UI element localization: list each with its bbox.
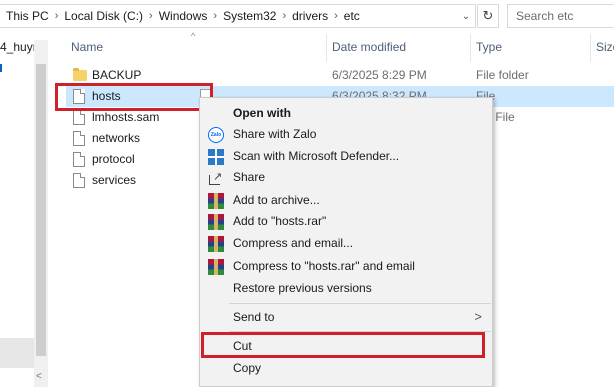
search-input[interactable]: Search etc	[507, 4, 614, 28]
file-icon	[73, 173, 85, 188]
defender-icon	[208, 149, 224, 165]
submenu-arrow-icon: >	[474, 309, 482, 324]
column-header-type-label: Type	[476, 40, 503, 54]
menu-item-share[interactable]: ↗ Share	[200, 167, 492, 188]
file-type: File folder	[476, 68, 529, 82]
menu-item-send-to[interactable]: Send to >	[200, 307, 492, 328]
menu-item-compress-to-hosts-rar-email[interactable]: Compress to "hosts.rar" and email	[200, 256, 492, 277]
menu-item-label: Cut	[233, 339, 252, 353]
file-name: protocol	[92, 152, 135, 166]
menu-item-label: Scan with Microsoft Defender...	[233, 149, 400, 163]
menu-item-label: Add to archive...	[233, 193, 320, 207]
menu-item-compress-and-email[interactable]: Compress and email...	[200, 233, 492, 254]
address-row: This PC › Local Disk (C:) › Windows › Sy…	[0, 0, 614, 32]
nav-scroll-left-icon[interactable]: <	[36, 371, 42, 382]
search-placeholder: Search etc	[516, 9, 574, 23]
refresh-icon: ↻	[482, 8, 494, 23]
file-date: 6/3/2025 8:29 PM	[332, 68, 427, 82]
sort-ascending-icon: ^	[191, 31, 196, 41]
breadcrumb-drivers[interactable]: drivers	[288, 9, 332, 23]
winrar-icon	[208, 236, 224, 252]
zalo-icon-badge: Zalo	[208, 127, 224, 143]
breadcrumb-separator-icon[interactable]: ›	[280, 10, 288, 22]
menu-item-cut[interactable]: Cut	[200, 336, 492, 357]
file-row[interactable]: BACKUP 6/3/2025 8:29 PM File folder	[66, 65, 614, 86]
file-icon	[73, 152, 85, 167]
breadcrumb-separator-icon[interactable]: ›	[332, 10, 340, 22]
share-icon: ↗	[208, 170, 224, 186]
column-header-name[interactable]: Name	[71, 32, 103, 62]
file-icon	[73, 89, 85, 104]
column-header-date[interactable]: Date modified	[332, 32, 406, 62]
column-header-type[interactable]: Type	[476, 32, 502, 62]
menu-item-label: Share with Zalo	[233, 127, 317, 141]
breadcrumb-separator-icon[interactable]: ›	[53, 10, 61, 22]
zalo-icon: Zalo	[208, 127, 224, 143]
menu-item-label: Compress to "hosts.rar" and email	[233, 259, 415, 273]
file-name: networks	[92, 131, 141, 145]
navigation-pane: 4_huyr <	[0, 32, 48, 387]
breadcrumb-etc[interactable]: etc	[340, 9, 364, 23]
menu-item-label: Restore previous versions	[233, 281, 372, 295]
refresh-button[interactable]: ↻	[477, 4, 499, 28]
breadcrumb-this-pc[interactable]: This PC	[0, 9, 53, 23]
folder-icon	[73, 68, 87, 83]
file-name: hosts	[92, 89, 121, 103]
nav-pane-hscroll-area	[0, 338, 34, 368]
file-name: services	[92, 173, 137, 187]
menu-item-scan-defender[interactable]: Scan with Microsoft Defender...	[200, 146, 492, 167]
file-icon	[73, 131, 85, 146]
winrar-icon	[208, 193, 224, 209]
nav-item-label[interactable]: 4_huyr	[0, 40, 37, 54]
breadcrumb-separator-icon[interactable]: ›	[147, 10, 155, 22]
menu-item-label: Compress and email...	[233, 236, 354, 250]
menu-separator	[229, 303, 491, 304]
menu-item-restore-previous-versions[interactable]: Restore previous versions	[200, 278, 492, 299]
context-menu: Open with Zalo Share with Zalo Scan with…	[199, 97, 493, 387]
menu-item-label: Send to	[233, 310, 275, 324]
winrar-icon	[208, 214, 224, 230]
file-name: BACKUP	[92, 68, 142, 82]
breadcrumb-separator-icon[interactable]: ›	[211, 10, 219, 22]
file-icon	[73, 110, 85, 125]
menu-item-copy[interactable]: Copy	[200, 358, 492, 379]
nav-expander-icon[interactable]	[0, 64, 3, 72]
breadcrumb-windows[interactable]: Windows	[155, 9, 212, 23]
menu-item-open-with[interactable]: Open with	[200, 103, 492, 124]
menu-item-share-with-zalo[interactable]: Zalo Share with Zalo	[200, 124, 492, 145]
column-header-date-label: Date modified	[332, 40, 407, 54]
file-name: lmhosts.sam	[92, 110, 160, 124]
menu-item-label: Share	[233, 170, 266, 184]
menu-item-label: Add to "hosts.rar"	[233, 214, 327, 228]
breadcrumb-local-disk[interactable]: Local Disk (C:)	[60, 9, 147, 23]
column-header-size-label: Size	[596, 40, 614, 54]
column-header-size[interactable]: Size	[596, 32, 614, 62]
address-bar[interactable]: This PC › Local Disk (C:) › Windows › Sy…	[0, 4, 476, 28]
menu-item-add-to-hosts-rar[interactable]: Add to "hosts.rar"	[200, 211, 492, 232]
column-divider[interactable]	[470, 34, 471, 62]
menu-item-label: Open with	[233, 106, 291, 120]
menu-item-label: Copy	[233, 361, 262, 375]
column-divider[interactable]	[326, 34, 327, 62]
breadcrumb-system32[interactable]: System32	[219, 9, 280, 23]
menu-item-add-to-archive[interactable]: Add to archive...	[200, 190, 492, 211]
nav-scrollbar-thumb[interactable]	[36, 64, 46, 356]
menu-separator	[229, 331, 491, 332]
address-history-dropdown-icon[interactable]: ⌄	[457, 5, 475, 27]
column-header-name-label: Name	[71, 40, 104, 54]
column-divider[interactable]	[590, 34, 591, 62]
winrar-icon	[208, 259, 224, 275]
